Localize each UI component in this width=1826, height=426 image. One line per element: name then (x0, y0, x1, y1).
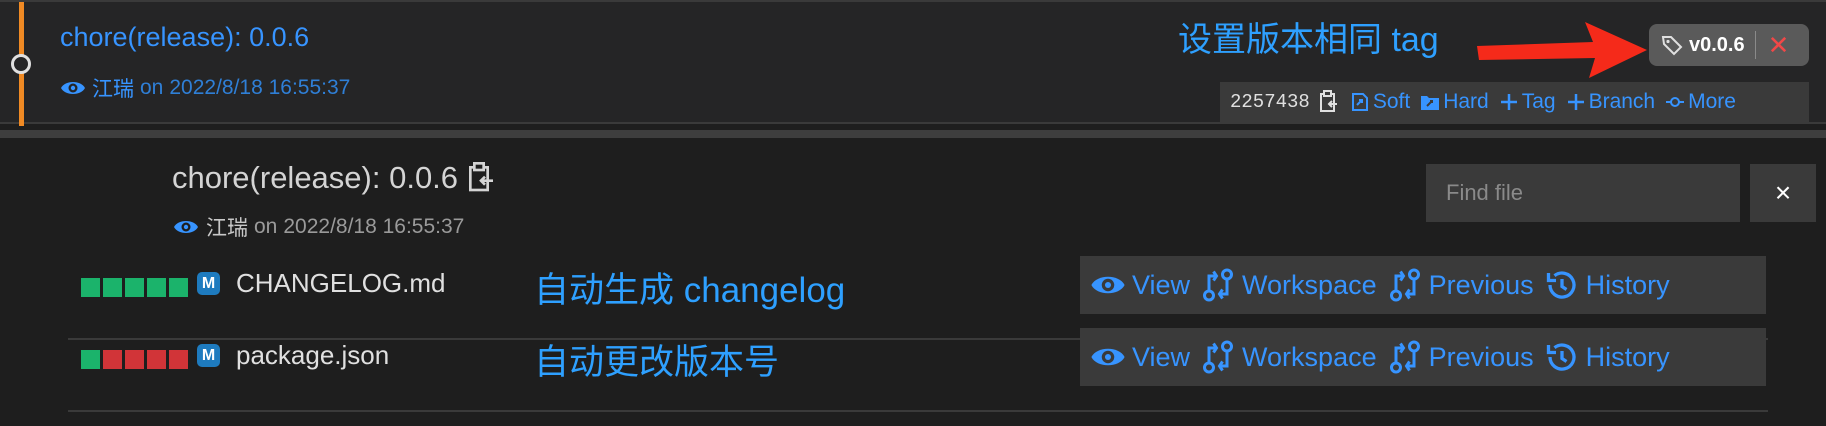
eye-icon (174, 221, 198, 233)
hard-label: Hard (1443, 90, 1489, 113)
history-button[interactable]: History (1544, 267, 1670, 303)
previous-label: Previous (1428, 269, 1534, 300)
added-block (81, 278, 100, 297)
view-label: View (1132, 341, 1191, 372)
added-block (147, 278, 166, 297)
commit-author: 江瑞 (92, 78, 134, 101)
removed-block (169, 350, 188, 369)
soft-label: Soft (1372, 90, 1411, 113)
copy-icon[interactable] (1318, 90, 1340, 114)
removed-block (103, 350, 122, 369)
history-button[interactable]: History (1544, 339, 1670, 375)
file-row[interactable]: M package.json 自动更改版本号 View Workspace Pr… (68, 328, 1768, 412)
more-icon (1666, 97, 1685, 107)
view-button[interactable]: View (1090, 339, 1190, 375)
annotation-tag: 设置版本相同 tag (1178, 21, 1439, 59)
find-close-button[interactable]: × (1750, 164, 1816, 222)
modified-badge: M (197, 272, 220, 295)
panel-divider[interactable] (0, 130, 1826, 138)
eye-icon (1091, 276, 1125, 294)
added-block (169, 278, 188, 297)
change-stats (81, 278, 188, 297)
commit-title[interactable]: chore(release): 0.0.6 (60, 22, 309, 53)
change-stats (81, 350, 188, 369)
added-block (103, 278, 122, 297)
detail-title-text: chore(release): 0.0.6 (172, 160, 459, 195)
eye-icon (61, 82, 85, 94)
more-label: More (1688, 90, 1736, 113)
detail-on: on (254, 215, 278, 238)
detail-meta: 江瑞 on 2022/8/18 16:55:37 (172, 212, 464, 242)
tag-label: v0.0.6 (1689, 33, 1745, 56)
commit-row[interactable]: chore(release): 0.0.6 江瑞 on 2022/8/18 16… (0, 0, 1826, 126)
removed-block (125, 350, 144, 369)
tag-icon (1661, 36, 1683, 56)
annotation-changelog: 自动生成 changelog (534, 271, 846, 310)
modified-badge: M (197, 344, 220, 367)
history-label: History (1585, 341, 1670, 372)
commit-hash[interactable]: 2257438 (1230, 91, 1310, 113)
soft-reset-icon (1351, 93, 1368, 111)
hard-reset-icon (1421, 96, 1440, 110)
previous-label: Previous (1428, 341, 1534, 372)
plus-icon (1567, 94, 1584, 110)
view-label: View (1132, 269, 1191, 300)
file-name[interactable]: CHANGELOG.md (236, 268, 446, 299)
workspace-label: Workspace (1242, 341, 1377, 372)
compare-icon (1389, 340, 1420, 374)
workspace-label: Workspace (1242, 269, 1377, 300)
compare-icon (1203, 268, 1234, 302)
history-label: History (1585, 269, 1670, 300)
commit-on: on (140, 76, 164, 99)
branch-label: Branch (1588, 90, 1656, 113)
add-tag-button[interactable]: Tag (1499, 90, 1556, 114)
soft-reset-button[interactable]: Soft (1350, 90, 1410, 114)
arrow-annotation (1477, 22, 1647, 78)
file-name[interactable]: package.json (236, 340, 389, 371)
add-branch-button[interactable]: Branch (1566, 90, 1656, 114)
workspace-button[interactable]: Workspace (1200, 339, 1377, 375)
annotation-version: 自动更改版本号 (534, 343, 780, 382)
more-button[interactable]: More (1665, 90, 1736, 114)
plus-icon (1500, 94, 1517, 110)
commit-date: 2022/8/18 16:55:37 (169, 76, 351, 99)
file-action-bar: View Workspace Previous History (1080, 256, 1766, 314)
find-file-input[interactable] (1426, 164, 1740, 222)
compare-icon (1203, 340, 1234, 374)
tag-separator (1754, 31, 1756, 59)
commit-meta: 江瑞 on 2022/8/18 16:55:37 (60, 73, 350, 103)
added-block (81, 350, 100, 369)
history-icon (1546, 343, 1576, 371)
hard-reset-button[interactable]: Hard (1420, 90, 1489, 114)
detail-author: 江瑞 (206, 217, 248, 240)
graph-node (11, 54, 31, 74)
previous-button[interactable]: Previous (1387, 267, 1534, 303)
file-action-bar: View Workspace Previous History (1080, 328, 1766, 386)
eye-icon (1091, 348, 1125, 366)
view-button[interactable]: View (1090, 267, 1190, 303)
removed-block (147, 350, 166, 369)
history-icon (1546, 271, 1576, 299)
detail-date: 2022/8/18 16:55:37 (283, 215, 465, 238)
copy-icon[interactable] (466, 162, 496, 194)
remove-tag-button[interactable]: ✕ (1768, 32, 1790, 58)
detail-title: chore(release): 0.0.6 (172, 160, 496, 196)
compare-icon (1389, 268, 1420, 302)
previous-button[interactable]: Previous (1387, 339, 1534, 375)
tag-badge[interactable]: v0.0.6 ✕ (1649, 24, 1809, 66)
tag-action-label: Tag (1521, 90, 1556, 113)
added-block (125, 278, 144, 297)
commit-action-bar: 2257438 Soft Hard Tag Branch More (1220, 82, 1809, 122)
workspace-button[interactable]: Workspace (1200, 267, 1377, 303)
